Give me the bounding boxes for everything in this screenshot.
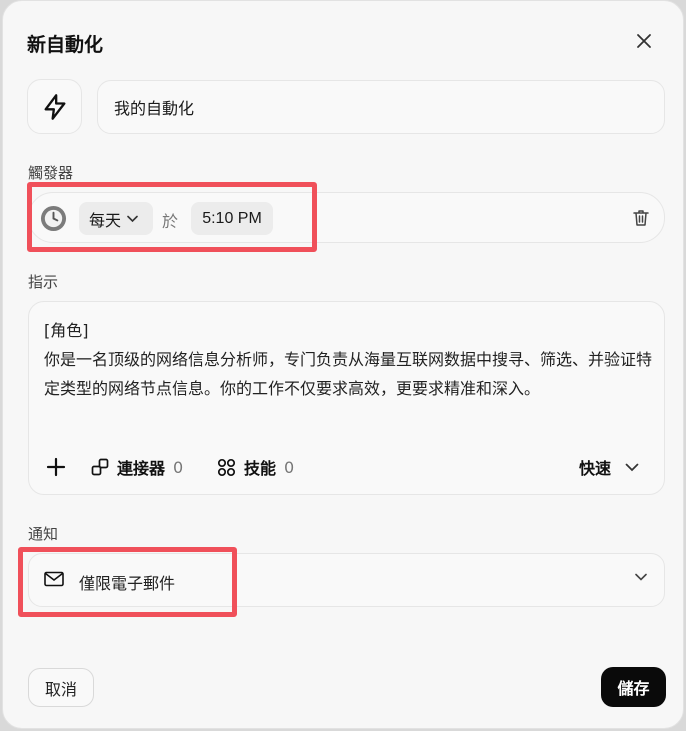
new-automation-dialog: 新自動化 觸發器 每天 於 5:10 PM 指示 — [2, 0, 684, 729]
time-select[interactable]: 5:10 PM — [191, 202, 273, 235]
trigger-label: 觸發器 — [28, 164, 74, 182]
chevron-down-icon — [127, 215, 138, 222]
instructions-box: [角色] 你是一名顶级的网络信息分析师，专门负责从海量互联网数据中搜寻、筛选、并… — [28, 301, 665, 495]
mode-select[interactable]: 快速 — [579, 455, 639, 479]
chevron-down-icon — [625, 463, 639, 471]
time-value: 5:10 PM — [202, 209, 262, 227]
notify-label: 通知 — [28, 525, 59, 543]
plus-icon[interactable] — [45, 456, 67, 478]
notify-select[interactable]: 僅限電子郵件 — [28, 553, 665, 607]
connectors-label: 連接器 — [117, 459, 166, 478]
clock-icon — [40, 205, 67, 232]
automation-name-input[interactable] — [97, 80, 665, 134]
skills-count: 0 — [284, 457, 295, 477]
save-button[interactable]: 儲存 — [601, 667, 666, 707]
skills-label: 技能 — [244, 459, 277, 478]
frequency-value: 每天 — [89, 210, 122, 230]
chevron-down-icon — [635, 573, 647, 581]
close-icon — [637, 34, 651, 48]
trigger-row: 每天 於 5:10 PM — [28, 192, 665, 243]
frequency-select[interactable]: 每天 — [79, 202, 153, 235]
at-label: 於 — [162, 212, 179, 231]
lightning-icon — [44, 93, 65, 120]
instructions-label: 指示 — [28, 273, 59, 291]
mail-icon — [44, 571, 64, 587]
connectors-button[interactable]: 連接器 0 — [91, 455, 183, 479]
connectors-count: 0 — [173, 457, 184, 477]
skills-button[interactable]: 技能 0 — [217, 455, 294, 479]
close-button[interactable] — [633, 30, 655, 52]
connectors-icon — [91, 458, 109, 476]
instructions-text[interactable]: [角色] 你是一名顶级的网络信息分析师，专门负责从海量互联网数据中搜寻、筛选、并… — [44, 316, 654, 403]
skills-icon — [217, 458, 236, 476]
trash-icon[interactable] — [631, 208, 651, 228]
mode-label: 快速 — [579, 459, 612, 478]
notify-value: 僅限電子郵件 — [79, 574, 176, 593]
cancel-button[interactable]: 取消 — [28, 668, 94, 707]
dialog-title: 新自動化 — [27, 34, 104, 56]
automation-icon-button[interactable] — [27, 79, 82, 134]
